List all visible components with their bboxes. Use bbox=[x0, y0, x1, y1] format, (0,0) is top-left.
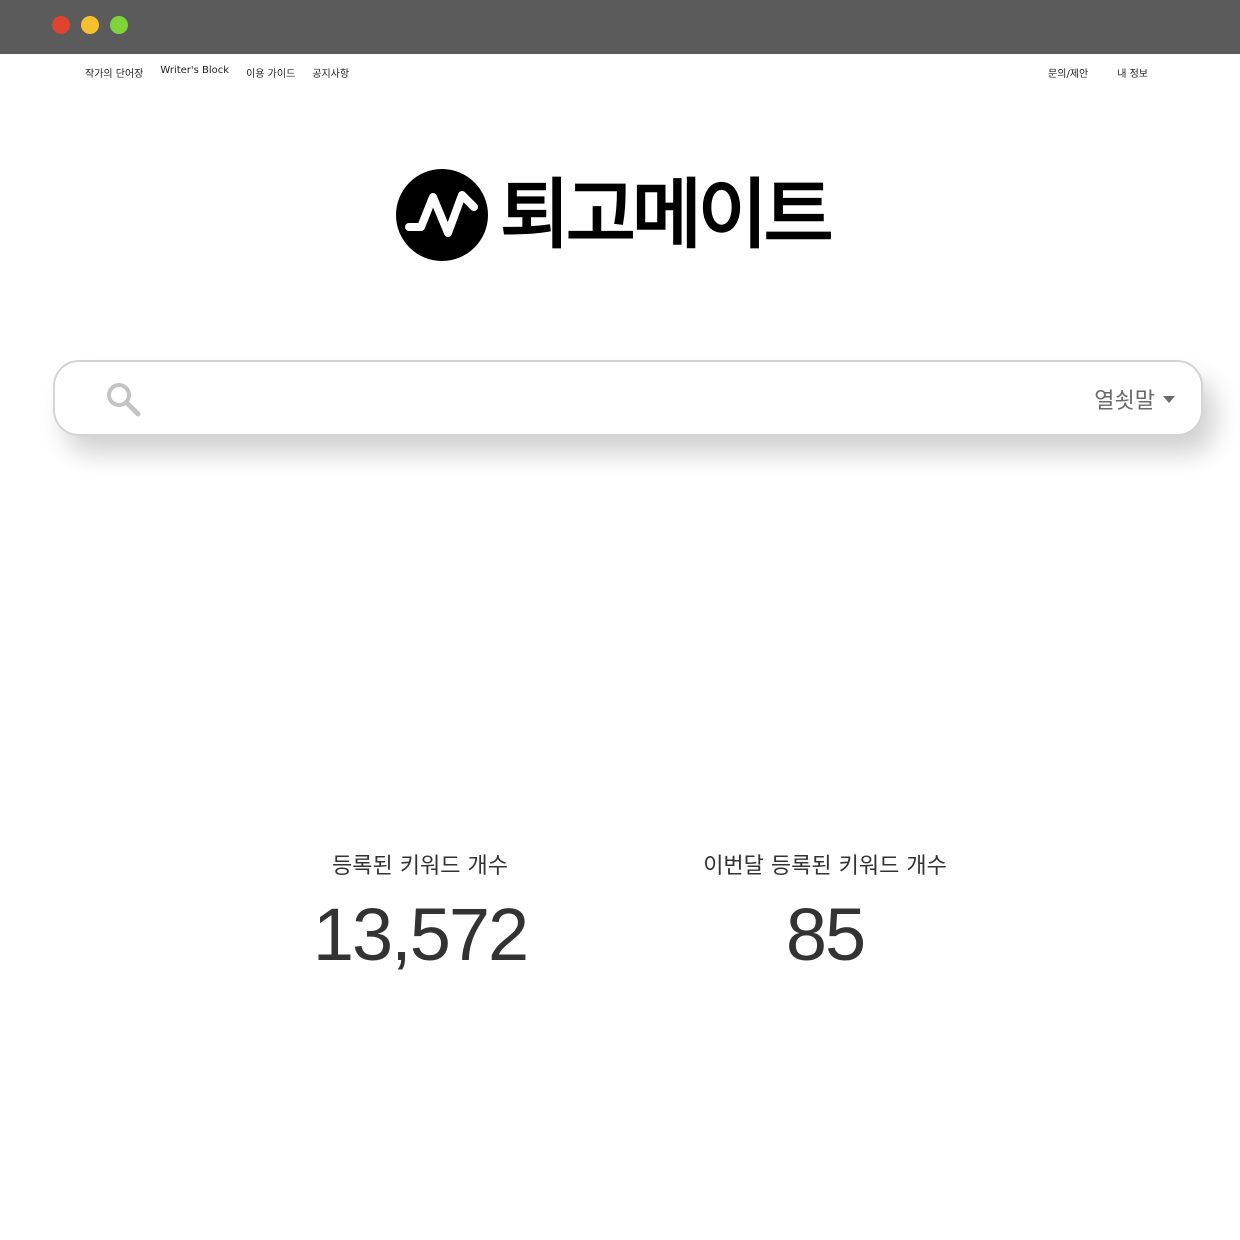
minimize-window-button[interactable] bbox=[81, 16, 99, 34]
window-titlebar bbox=[0, 0, 1240, 54]
nav-link-word-notebook[interactable]: 작가의 단어장 bbox=[85, 65, 143, 80]
top-navigation: 작가의 단어장 Writer's Block 이용 가이드 공지사항 문의/제안… bbox=[0, 54, 1240, 88]
close-window-button[interactable] bbox=[52, 16, 70, 34]
nav-link-my-info[interactable]: 내 정보 bbox=[1117, 65, 1148, 80]
nav-link-notices[interactable]: 공지사항 bbox=[312, 65, 349, 80]
search-mode-dropdown[interactable]: 열쇳말 bbox=[1094, 384, 1175, 414]
search-input[interactable] bbox=[155, 376, 1055, 420]
stat-total-keywords: 등록된 키워드 개수 13,572 bbox=[220, 848, 620, 975]
search-mode-label: 열쇳말 bbox=[1094, 389, 1155, 414]
pulse-wave-icon bbox=[396, 169, 488, 261]
search-bar: 열쇳말 bbox=[53, 360, 1203, 436]
nav-right-group: 문의/제안 내 정보 bbox=[1048, 65, 1148, 80]
search-icon[interactable] bbox=[105, 381, 141, 417]
stat-total-value: 13,572 bbox=[312, 893, 529, 976]
logo-wordmark: 퇴고메이트 bbox=[500, 170, 834, 259]
stat-month-keywords: 이번달 등록된 키워드 개수 85 bbox=[625, 848, 1025, 975]
site-logo[interactable]: 퇴고메이트 bbox=[396, 168, 866, 262]
caret-down-icon bbox=[1163, 395, 1175, 403]
nav-link-writers-block[interactable]: Writer's Block bbox=[160, 65, 229, 80]
nav-left-group: 작가의 단어장 Writer's Block 이용 가이드 공지사항 bbox=[85, 65, 349, 80]
nav-link-contact[interactable]: 문의/제안 bbox=[1048, 65, 1088, 80]
stat-month-value: 85 bbox=[785, 893, 866, 976]
stat-total-label: 등록된 키워드 개수 bbox=[332, 854, 508, 879]
maximize-window-button[interactable] bbox=[110, 16, 128, 34]
stat-month-label: 이번달 등록된 키워드 개수 bbox=[703, 854, 947, 879]
nav-link-usage-guide[interactable]: 이용 가이드 bbox=[246, 65, 295, 80]
